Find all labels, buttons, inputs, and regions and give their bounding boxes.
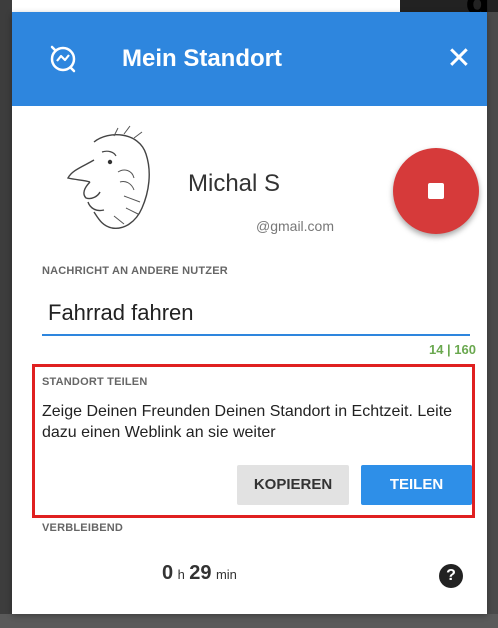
close-icon[interactable]: ✕ [442,42,476,76]
remaining-hours: 0 [162,562,174,584]
avatar[interactable] [54,122,164,242]
background-edge-right [487,0,498,628]
character-counter: 14 | 160 [428,342,476,357]
share-description: Zeige Deinen Freunden Deinen Standort in… [42,403,453,441]
remaining-hours-unit: h [177,567,185,582]
share-section-label: STANDORT TEILEN [42,376,148,388]
message-input[interactable] [42,292,470,336]
background-edge-left [0,0,12,628]
background-edge-bottom [0,614,498,628]
dialog-title: Mein Standort [122,45,282,72]
share-button[interactable]: TEILEN [361,465,472,505]
location-share-icon [50,45,76,73]
user-name: Michal S [188,170,281,197]
remaining-time: 0 h 29 min [162,562,237,585]
my-location-dialog: Mein Standort ✕ Michal S @gmail.com NACH… [12,12,487,614]
remaining-minutes: 29 [189,562,212,584]
stop-icon [428,183,444,199]
dialog-titlebar: Mein Standort ✕ [12,12,487,106]
message-label: NACHRICHT AN ANDERE NUTZER [42,265,228,277]
help-icon[interactable]: ? [439,564,463,588]
user-email: @gmail.com [256,218,335,234]
stop-sharing-button[interactable] [393,148,479,234]
copy-button[interactable]: KOPIEREN [237,465,349,505]
remaining-minutes-unit: min [215,567,237,582]
remaining-label: VERBLEIBEND [42,522,124,534]
